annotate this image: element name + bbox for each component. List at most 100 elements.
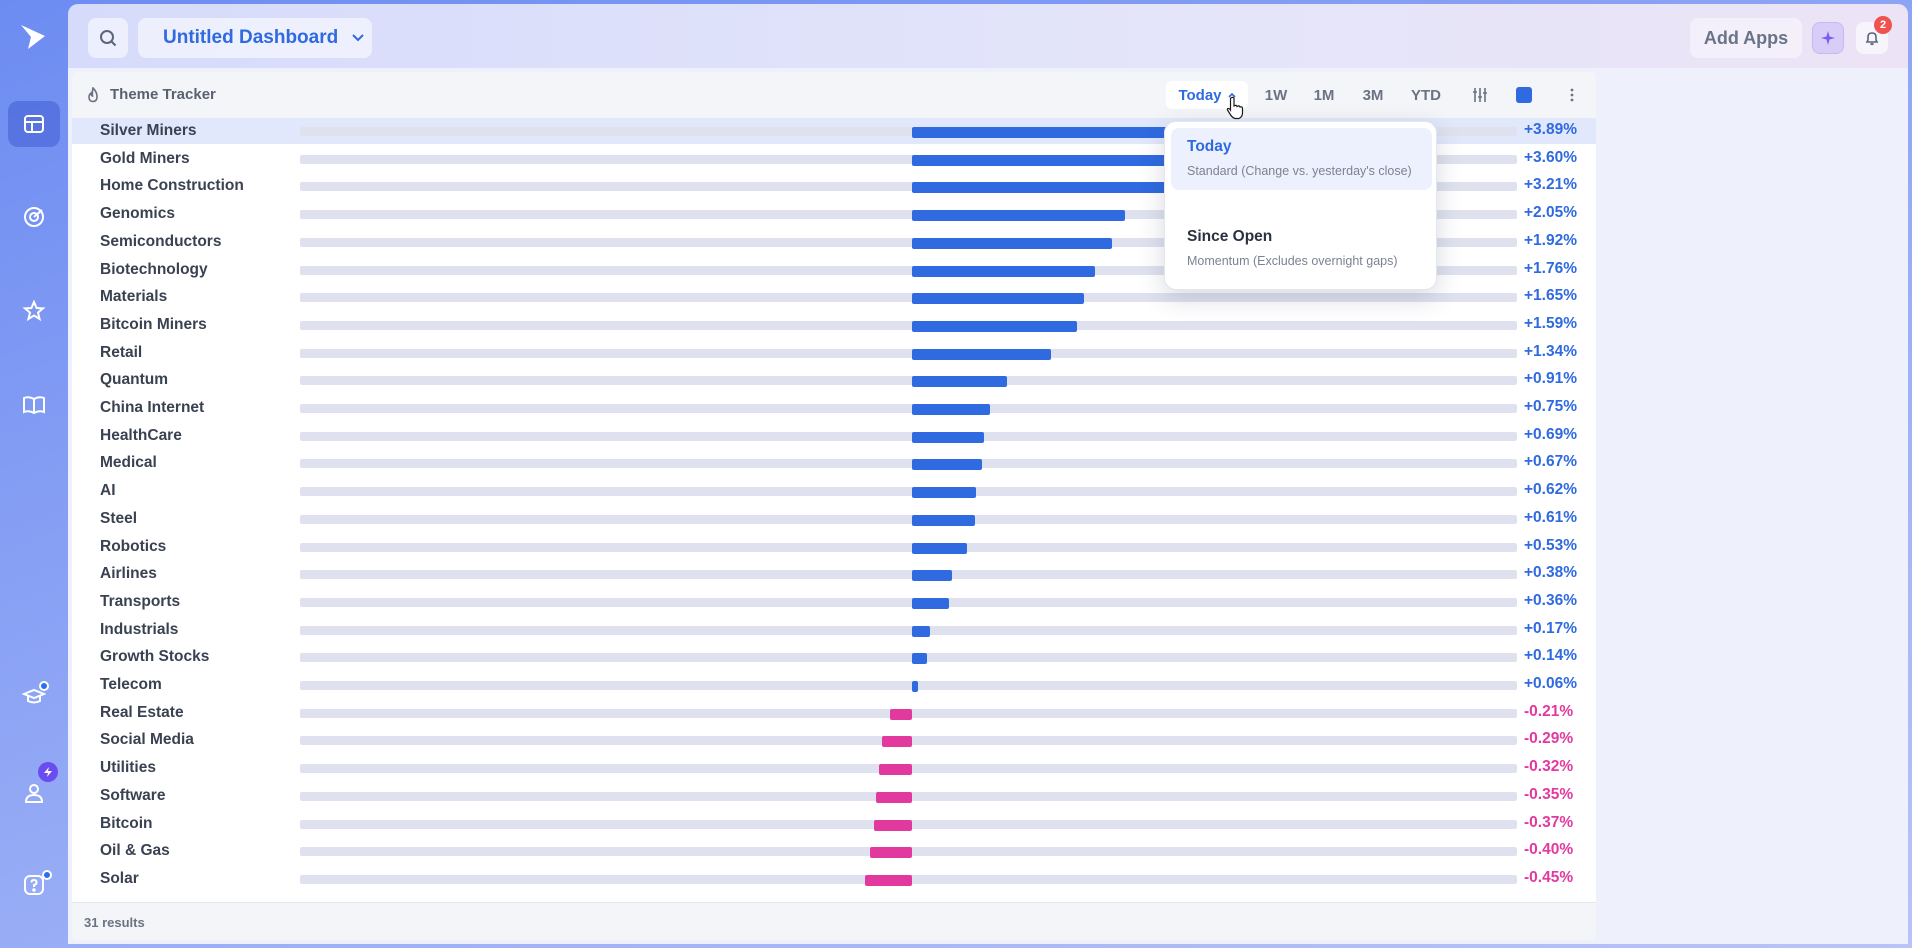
dashboards-nav-button[interactable] [8, 101, 60, 147]
dashboard-selector[interactable]: Untitled Dashboard [138, 18, 372, 58]
theme-name: HealthCare [100, 426, 182, 444]
change-value: +2.05% [1524, 204, 1578, 222]
theme-row[interactable]: Real Estate -0.21% [72, 700, 1596, 726]
change-bar [912, 570, 952, 582]
bar-track [300, 404, 1517, 413]
theme-name: Real Estate [100, 703, 184, 721]
theme-name: Materials [100, 288, 168, 306]
theme-name: Airlines [100, 565, 157, 583]
timeframe-3m-button[interactable]: 3M [1354, 81, 1392, 109]
filter-settings-button[interactable] [1469, 84, 1491, 106]
change-bar [912, 597, 950, 609]
theme-row[interactable]: China Internet +0.75% [72, 395, 1596, 421]
change-bar [912, 431, 984, 443]
theme-row[interactable]: Transports +0.36% [72, 589, 1596, 615]
ai-assistant-button[interactable] [1812, 22, 1844, 54]
theme-row[interactable]: Robotics +0.53% [72, 534, 1596, 560]
change-bar [912, 653, 927, 665]
theme-row[interactable]: Social Media -0.29% [72, 727, 1596, 753]
change-bar [881, 736, 912, 748]
widget-color-button[interactable] [1513, 84, 1535, 106]
theme-row[interactable]: Bitcoin Miners +1.59% [72, 312, 1596, 338]
change-value: -0.37% [1524, 813, 1574, 831]
search-icon [100, 30, 117, 47]
theme-row[interactable]: Medical +0.67% [72, 450, 1596, 476]
widget-footer: 31 results [72, 902, 1596, 940]
notification-count-badge: 2 [1874, 16, 1892, 34]
change-value: +0.69% [1524, 425, 1578, 443]
top-bar: Untitled Dashboard Add Apps 2 [68, 4, 1908, 68]
theme-name: Silver Miners [100, 122, 197, 139]
theme-row[interactable]: Bitcoin -0.37% [72, 811, 1596, 837]
star-icon [22, 299, 46, 322]
help-nav-button[interactable] [8, 862, 60, 908]
theme-name: Social Media [100, 731, 194, 749]
theme-name: Quantum [100, 371, 169, 389]
change-bar [912, 320, 1078, 332]
more-options-button[interactable] [1561, 84, 1583, 106]
change-value: -0.29% [1524, 730, 1574, 748]
academy-nav-button[interactable] [8, 674, 60, 720]
theme-row[interactable]: Software -0.35% [72, 783, 1596, 809]
change-bar [878, 764, 912, 776]
color-swatch-icon [1516, 87, 1532, 103]
theme-name: AI [100, 482, 116, 500]
radar-icon [24, 207, 44, 227]
bar-track [300, 487, 1517, 497]
add-apps-button[interactable]: Add Apps [1690, 18, 1802, 58]
theme-row[interactable]: Retail +1.34% [72, 340, 1596, 366]
change-value: +0.67% [1524, 453, 1578, 471]
theme-row[interactable]: Telecom +0.06% [72, 672, 1596, 698]
theme-row[interactable]: Steel +0.61% [72, 506, 1596, 532]
dashboard-title: Untitled Dashboard [163, 27, 339, 48]
bar-track [300, 597, 1517, 607]
change-value: -0.21% [1524, 702, 1574, 720]
search-button[interactable] [88, 18, 128, 58]
change-value: +0.53% [1524, 536, 1578, 554]
sparkle-icon [1821, 31, 1835, 45]
widget-title[interactable]: Theme Tracker [86, 86, 216, 103]
option-today-description: Standard (Change vs. yesterday's close) [1187, 164, 1412, 178]
change-bar [912, 265, 1096, 277]
chevron-down-icon [352, 34, 364, 42]
change-value: +1.59% [1524, 314, 1578, 332]
change-bar [912, 404, 990, 415]
change-value: +3.21% [1524, 176, 1578, 194]
theme-row[interactable]: Oil & Gas -0.40% [72, 838, 1596, 864]
app-logo-icon[interactable] [18, 22, 48, 52]
theme-name: Semiconductors [100, 232, 222, 250]
change-value: +0.36% [1524, 591, 1578, 609]
option-today[interactable]: Today Standard (Change vs. yesterday's c… [1171, 128, 1432, 190]
theme-row[interactable]: HealthCare +0.69% [72, 423, 1596, 449]
option-since-open[interactable]: Since Open Momentum (Excludes overnight … [1171, 218, 1432, 280]
bar-track [300, 542, 1517, 552]
timeframe-1w-button[interactable]: 1W [1258, 81, 1294, 109]
option-today-label: Today [1187, 138, 1232, 155]
timeframe-1m-button[interactable]: 1M [1306, 81, 1342, 109]
watchlist-nav-button[interactable] [8, 288, 60, 334]
change-value: -0.32% [1524, 758, 1574, 776]
change-value: +0.75% [1524, 398, 1578, 415]
theme-row[interactable]: AI +0.62% [72, 478, 1596, 504]
change-value: +0.38% [1524, 564, 1578, 582]
theme-row[interactable]: Quantum +0.91% [72, 367, 1596, 393]
change-value: +3.60% [1524, 148, 1578, 166]
change-bar [912, 348, 1052, 360]
bar-track [300, 459, 1517, 469]
theme-row[interactable]: Growth Stocks +0.14% [72, 644, 1596, 670]
theme-row[interactable]: Industrials +0.17% [72, 617, 1596, 643]
theme-row[interactable]: Utilities -0.32% [72, 755, 1596, 781]
bar-track [300, 320, 1517, 330]
change-value: +0.17% [1524, 619, 1578, 637]
timeframe-dropdown: Today Standard (Change vs. yesterday's c… [1164, 121, 1437, 290]
theme-name: Biotechnology [100, 260, 208, 278]
dashboard-icon [24, 115, 44, 133]
timeframe-ytd-button[interactable]: YTD [1404, 81, 1448, 109]
change-value: +0.61% [1524, 508, 1578, 526]
change-value: +1.34% [1524, 342, 1578, 360]
theme-row[interactable]: Solar -0.45% [72, 866, 1596, 892]
change-value: +1.92% [1524, 231, 1578, 249]
scanner-nav-button[interactable] [8, 194, 60, 240]
theme-row[interactable]: Airlines +0.38% [72, 561, 1596, 587]
learn-nav-button[interactable] [8, 382, 60, 428]
